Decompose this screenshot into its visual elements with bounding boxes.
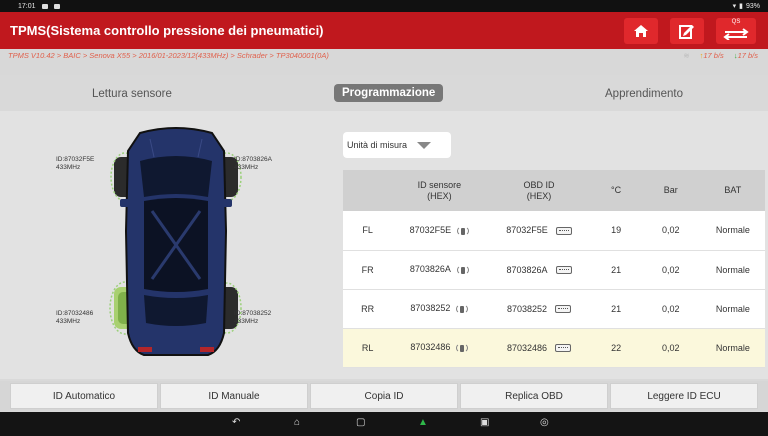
action-bar: ID Automatico ID Manuale Copia ID Replic…: [0, 381, 768, 411]
cell-bar: 0,02: [640, 289, 701, 329]
cell-temp: 22: [591, 328, 641, 368]
car-top-view-image: [109, 127, 242, 356]
cell-obd-id: 87038252: [486, 289, 592, 329]
table-row[interactable]: RR 87038252 87038252 21 0,02 Normale: [343, 289, 765, 329]
leggere-id-ecu-button[interactable]: Leggere ID ECU: [610, 383, 758, 409]
transfer-speeds: ≋ ↑17 b/s ↓17 b/s: [683, 51, 758, 60]
copia-id-button[interactable]: Copia ID: [310, 383, 458, 409]
signal-icon: [456, 264, 469, 275]
obd-connector-icon: [555, 305, 572, 314]
cell-bat: Normale: [700, 250, 765, 290]
system-nav-bar: ↶ ⌂ ▢ ▲ ▣ ◎: [0, 412, 768, 436]
chevron-down-icon: [417, 141, 432, 149]
cell-wheel: FR: [343, 250, 393, 290]
tab-lettura-sensore[interactable]: Lettura sensore: [92, 88, 172, 100]
status-time: 17:01: [18, 2, 36, 10]
breadcrumb-bar: TPMS V10.42 > BAIC > Senova X55 > 2016/0…: [0, 49, 768, 75]
data-transfer-button[interactable]: QS: [716, 17, 756, 44]
tpms-sensor-table: ID sensore (HEX) OBD ID (HEX) °C Bar BAT F…: [343, 170, 765, 368]
cell-obd-id: 87032486: [486, 328, 592, 368]
cell-bat: Normale: [700, 211, 765, 251]
home-icon: [634, 24, 648, 37]
cell-bar: 0,02: [640, 250, 701, 290]
unit-dropdown[interactable]: Unità di misura: [343, 132, 451, 158]
table-row[interactable]: FL 87032F5E 87032F5E 19 0,02 Normale: [343, 211, 765, 251]
home-button[interactable]: [624, 17, 658, 44]
id-manuale-button[interactable]: ID Manuale: [160, 383, 308, 409]
cell-sensor-id: 87038252: [392, 289, 487, 329]
cell-obd-id: 8703826A: [486, 250, 592, 290]
cell-bar: 0,02: [640, 211, 701, 251]
cell-bat: Normale: [700, 328, 765, 368]
car-diagram: ID:87032F5E 433MHz ID:8703826A 433MHz ID:8…: [40, 111, 330, 373]
obd-connector-icon: [555, 266, 572, 275]
car-app-icon[interactable]: ▲: [418, 417, 428, 428]
wifi-icon: ▾: [732, 3, 737, 10]
breadcrumb: TPMS V10.42 > BAIC > Senova X55 > 2016/0…: [8, 51, 329, 60]
cell-bar: 0,02: [640, 328, 701, 368]
tab-bar: Lettura sensore Programmazione Apprendim…: [0, 83, 768, 109]
cell-temp: 21: [591, 250, 641, 290]
main-panel: ID:87032F5E 433MHz ID:8703826A 433MHz ID:8…: [0, 111, 768, 379]
recent-apps-icon[interactable]: ▢: [356, 417, 365, 428]
browser-icon[interactable]: ◎: [540, 417, 549, 428]
transfer-label: QS: [731, 18, 741, 25]
cell-sensor-id: 87032F5E: [392, 211, 487, 251]
table-header-row: ID sensore (HEX) OBD ID (HEX) °C Bar BAT: [343, 170, 765, 211]
report-button[interactable]: [670, 17, 704, 44]
download-speed: ↓17 b/s: [733, 51, 758, 60]
header-bat: BAT: [700, 170, 765, 211]
back-icon[interactable]: ↶: [232, 417, 240, 428]
signal-icon: ≋: [683, 51, 690, 60]
header-sensor-id: ID sensore (HEX): [392, 170, 487, 211]
notification-icon-2: [53, 3, 60, 9]
notification-icon: [41, 3, 48, 9]
header-obd-id: OBD ID (HEX): [486, 170, 592, 211]
header-bar: Bar: [640, 170, 701, 211]
signal-icon: [456, 342, 469, 353]
obd-connector-icon: [555, 344, 572, 353]
cell-wheel: FL: [343, 211, 393, 251]
home-nav-icon[interactable]: ⌂: [294, 417, 300, 428]
status-bar: 17:01 ▾ ▮ 93%: [0, 0, 768, 12]
signal-icon: [457, 225, 470, 236]
upload-speed: ↑17 b/s: [699, 51, 724, 60]
cell-sensor-id: 87032486: [392, 328, 487, 368]
report-icon: [679, 24, 694, 39]
table-row-selected[interactable]: RL 87032486 87032486 22 0,02 Normale: [343, 328, 765, 368]
cell-temp: 21: [591, 289, 641, 329]
unit-dropdown-label: Unità di misura: [347, 140, 408, 150]
battery-icon: ▮: [739, 3, 743, 10]
signal-icon: [456, 303, 469, 314]
sensor-label-rr: ID:87038252 433MHz: [234, 310, 272, 325]
cell-wheel: RL: [343, 328, 393, 368]
header-temp: °C: [591, 170, 641, 211]
cell-temp: 19: [591, 211, 641, 251]
sensor-label-fr: ID:8703826A 433MHz: [234, 156, 272, 171]
table-row[interactable]: FR 8703826A 8703826A 21 0,02 Normale: [343, 250, 765, 290]
tab-programmazione[interactable]: Programmazione: [334, 84, 444, 102]
sensor-label-rl: ID:87032486 433MHz: [56, 310, 94, 325]
header-wheel: [343, 170, 393, 211]
tab-apprendimento[interactable]: Apprendimento: [605, 88, 683, 100]
replica-obd-button[interactable]: Replica OBD: [460, 383, 608, 409]
id-automatico-button[interactable]: ID Automatico: [10, 383, 158, 409]
title-bar: TPMS(Sistema controllo pressione dei pne…: [0, 12, 768, 49]
obd-connector-icon: [555, 226, 572, 235]
battery-level: 93%: [745, 2, 760, 10]
cell-obd-id: 87032F5E: [486, 211, 592, 251]
cell-wheel: RR: [343, 289, 393, 329]
sensor-label-fl: ID:87032F5E 433MHz: [56, 156, 95, 171]
cell-bat: Normale: [700, 289, 765, 329]
page-title: TPMS(Sistema controllo pressione dei pne…: [10, 23, 324, 38]
cell-sensor-id: 8703826A: [392, 250, 487, 290]
screenshot-icon[interactable]: ▣: [480, 417, 489, 428]
